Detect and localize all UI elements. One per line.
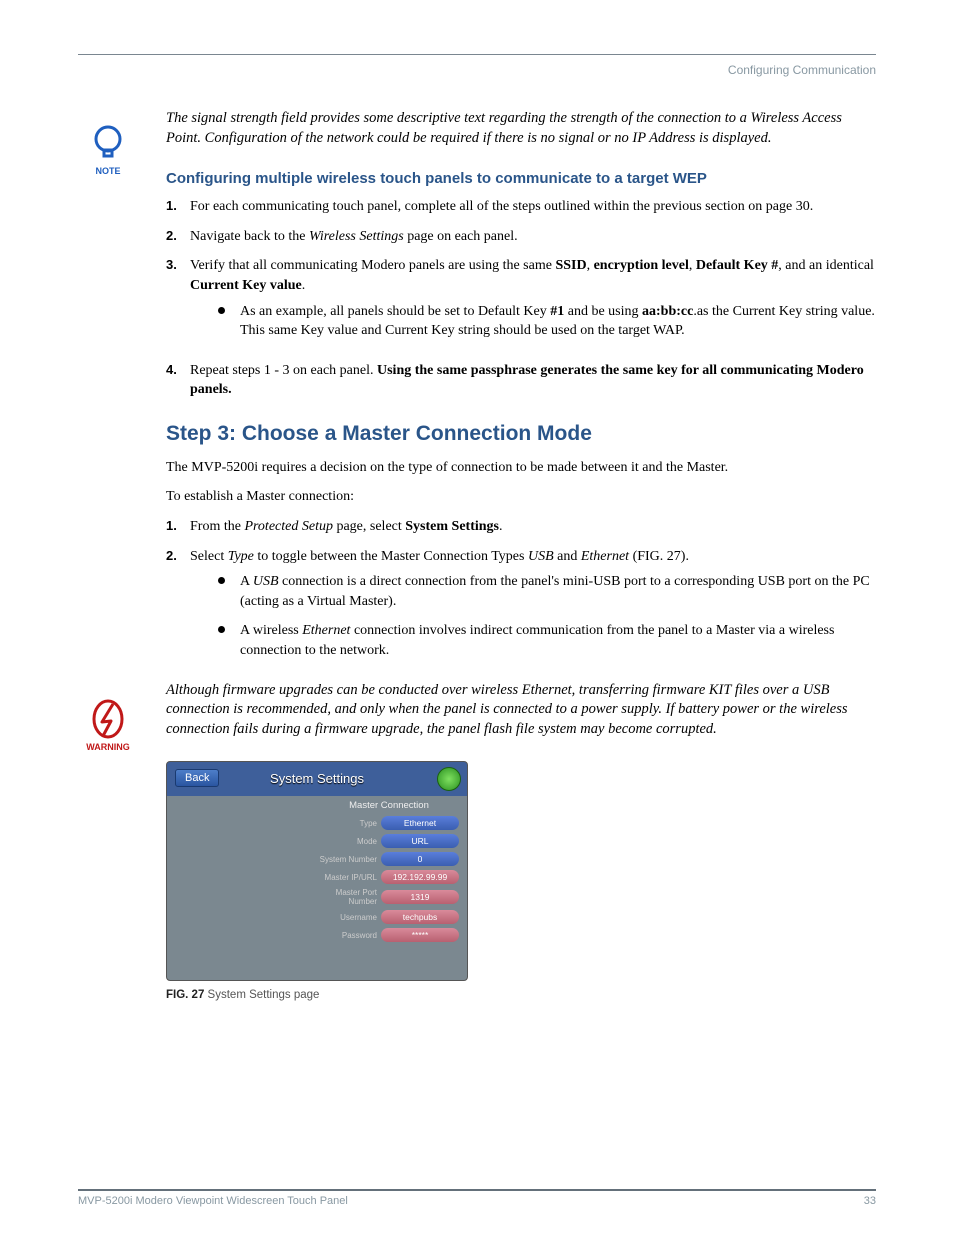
screenshot-title: System Settings: [167, 771, 467, 786]
list-number: 2.: [166, 547, 190, 671]
settings-value[interactable]: 192.192.99.99: [381, 870, 459, 884]
settings-label: Username: [319, 913, 381, 922]
page-footer: MVP-5200i Modero Viewpoint Widescreen To…: [78, 1189, 876, 1207]
step3-heading: Step 3: Choose a Master Connection Mode: [166, 422, 876, 446]
warning-label: WARNING: [78, 742, 138, 752]
settings-label: Mode: [319, 837, 381, 846]
settings-value[interactable]: Ethernet: [381, 816, 459, 830]
list-body: Repeat steps 1 - 3 on each panel. Using …: [190, 361, 876, 400]
list-body: From the Protected Setup page, select Sy…: [190, 517, 876, 537]
figure-caption: FIG. 27 System Settings page: [166, 989, 876, 1001]
list-number: 1.: [166, 197, 190, 217]
settings-row: Usernametechpubs: [319, 910, 459, 924]
footer-title: MVP-5200i Modero Viewpoint Widescreen To…: [78, 1195, 348, 1207]
page-number: 33: [864, 1195, 876, 1207]
settings-row: ModeURL: [319, 834, 459, 848]
settings-value[interactable]: 0: [381, 852, 459, 866]
settings-label: Master Port Number: [319, 888, 381, 906]
note-text: The signal strength field provides some …: [166, 109, 876, 148]
list-body: For each communicating touch panel, comp…: [190, 197, 876, 217]
note-label: NOTE: [78, 166, 138, 176]
settings-label: Master IP/URL: [319, 873, 381, 882]
settings-row: TypeEthernet: [319, 816, 459, 830]
header-section: Configuring Communication: [78, 63, 876, 77]
wep-steps-list: 1. For each communicating touch panel, c…: [166, 197, 876, 400]
settings-value[interactable]: URL: [381, 834, 459, 848]
list-body: Verify that all communicating Modero pan…: [190, 256, 876, 350]
list-number: 2.: [166, 227, 190, 247]
list-number: 4.: [166, 361, 190, 400]
settings-label: System Number: [319, 855, 381, 864]
subsection-heading: Configuring multiple wireless touch pane…: [166, 170, 876, 187]
settings-value[interactable]: techpubs: [381, 910, 459, 924]
list-body: Select Type to toggle between the Master…: [190, 547, 876, 671]
master-steps-list: 1. From the Protected Setup page, select…: [166, 517, 876, 671]
settings-row: Master IP/URL192.192.99.99: [319, 870, 459, 884]
settings-value[interactable]: 1319: [381, 890, 459, 904]
step3-lead: To establish a Master connection:: [166, 487, 876, 507]
settings-label: Type: [319, 819, 381, 828]
settings-row: System Number0: [319, 852, 459, 866]
system-settings-screenshot: Back System Settings Master Connection T…: [166, 761, 468, 981]
section-header: Master Connection: [319, 800, 459, 811]
list-number: 3.: [166, 256, 190, 350]
step3-intro: The MVP-5200i requires a decision on the…: [166, 458, 876, 478]
settings-row: Password*****: [319, 928, 459, 942]
bullet-item: A USB connection is a direct connection …: [218, 572, 876, 611]
bullet-item: As an example, all panels should be set …: [218, 302, 876, 341]
settings-label: Password: [319, 931, 381, 940]
bullet-item: A wireless Ethernet connection involves …: [218, 621, 876, 660]
list-body: Navigate back to the Wireless Settings p…: [190, 227, 876, 247]
warning-text: Although firmware upgrades can be conduc…: [78, 681, 876, 740]
settings-row: Master Port Number1319: [319, 888, 459, 906]
status-badge-icon: [437, 767, 461, 791]
list-number: 1.: [166, 517, 190, 537]
settings-value[interactable]: *****: [381, 928, 459, 942]
note-icon: NOTE: [78, 122, 138, 176]
warning-icon: WARNING: [78, 698, 138, 752]
